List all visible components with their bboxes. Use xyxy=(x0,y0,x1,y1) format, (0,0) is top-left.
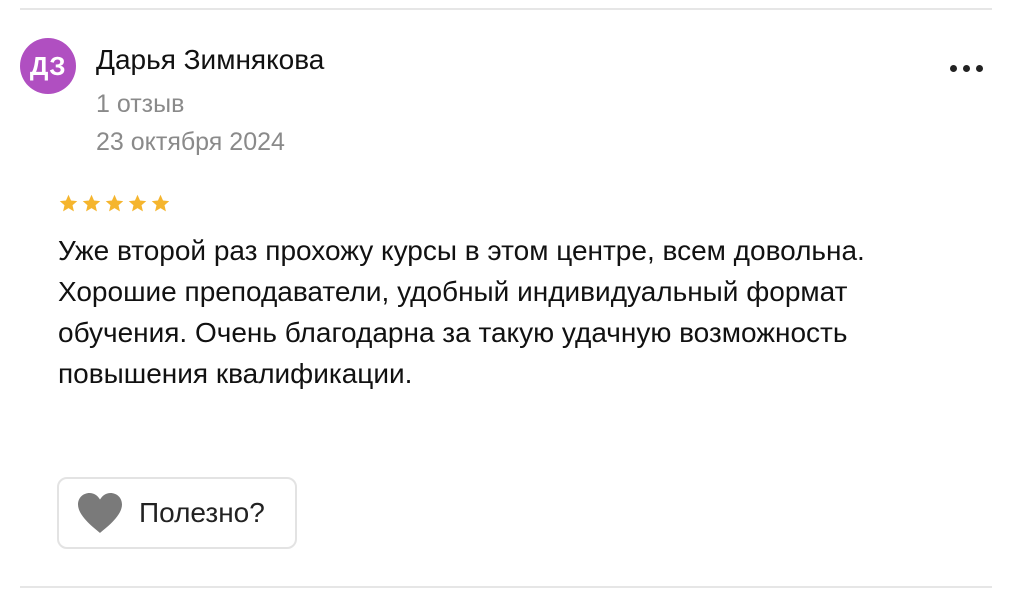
review-text-paragraph: Хорошие преподаватели, удобный индивидуа… xyxy=(58,276,848,389)
review-text: Уже второй раз прохожу курсы в этом цент… xyxy=(58,230,938,394)
heart-icon xyxy=(75,491,125,535)
more-options-button[interactable] xyxy=(938,52,994,84)
review-text-paragraph: Уже второй раз прохожу курсы в этом цент… xyxy=(58,235,865,266)
more-dots-icon xyxy=(949,64,957,72)
helpful-label: Полезно? xyxy=(139,497,265,528)
star-icon xyxy=(151,194,170,212)
top-divider xyxy=(20,8,992,10)
more-dots-icon xyxy=(975,64,983,72)
helpful-button[interactable]: Полезно? xyxy=(57,477,297,549)
more-dots-icon xyxy=(962,64,970,72)
star-icon xyxy=(128,194,147,212)
star-icon xyxy=(82,194,101,212)
bottom-divider xyxy=(20,586,992,588)
star-icon xyxy=(59,194,78,212)
star-icon xyxy=(105,194,124,212)
author-review-count: 1 отзыв xyxy=(96,90,185,118)
avatar[interactable]: ДЗ xyxy=(20,38,76,94)
rating-stars xyxy=(58,193,171,214)
author-name[interactable]: Дарья Зимнякова xyxy=(96,44,324,76)
review-date: 23 октября 2024 xyxy=(96,128,285,156)
